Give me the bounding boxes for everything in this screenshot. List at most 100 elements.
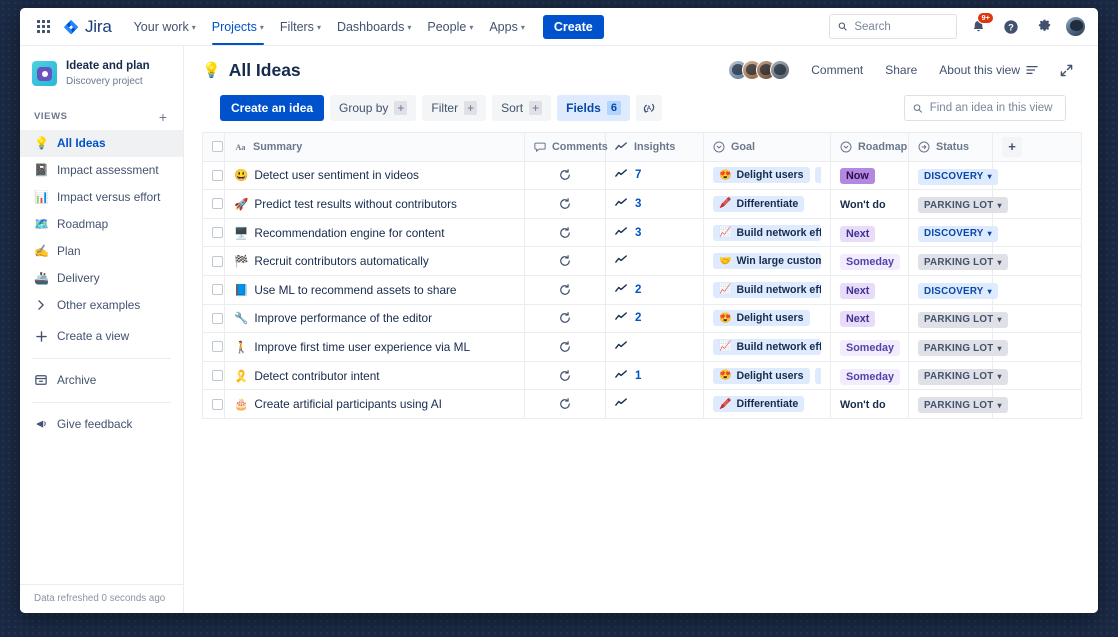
summary-cell[interactable]: 🔧 Improve performance of the editor bbox=[225, 304, 525, 333]
insights-cell[interactable]: 1 bbox=[606, 361, 704, 390]
table-row[interactable]: 🚶 Improve first time user experience via… bbox=[203, 333, 1082, 362]
table-row[interactable]: 🔧 Improve performance of the editor 2 😍 … bbox=[203, 304, 1082, 333]
status-cell[interactable]: PARKING LOT ▾ bbox=[909, 190, 993, 219]
goal-cell[interactable]: 😍 Delight users 🖍️ Diffe bbox=[704, 161, 831, 190]
roadmap-badge[interactable]: Someday bbox=[840, 254, 900, 270]
goal-tag[interactable]: 🖍️ Differentiate bbox=[713, 196, 804, 212]
summary-cell[interactable]: 😃 Detect user sentiment in videos bbox=[225, 161, 525, 190]
goal-tag[interactable]: 😍 Delight users bbox=[713, 368, 810, 384]
status-badge[interactable]: PARKING LOT ▾ bbox=[918, 369, 1008, 385]
table-row[interactable]: 🖥️ Recommendation engine for content 3 📈… bbox=[203, 218, 1082, 247]
column-header-comments[interactable]: Comments bbox=[525, 133, 606, 162]
status-badge[interactable]: PARKING LOT ▾ bbox=[918, 197, 1008, 213]
comments-cell[interactable] bbox=[525, 361, 606, 390]
roadmap-cell[interactable]: Someday bbox=[831, 333, 909, 362]
row-checkbox[interactable] bbox=[212, 284, 223, 295]
table-row[interactable]: 📘 Use ML to recommend assets to share 2 … bbox=[203, 275, 1082, 304]
sidebar-item-roadmap[interactable]: 🗺️ Roadmap bbox=[20, 211, 183, 238]
sidebar-item-delivery[interactable]: 🚢 Delivery bbox=[20, 265, 183, 292]
column-header-select-all[interactable] bbox=[203, 133, 225, 162]
roadmap-cell[interactable]: Now bbox=[831, 161, 909, 190]
goal-tag[interactable]: 😍 Delight users bbox=[713, 167, 810, 183]
table-row[interactable]: 🚀 Predict test results without contribut… bbox=[203, 190, 1082, 219]
status-badge[interactable]: PARKING LOT ▾ bbox=[918, 340, 1008, 356]
row-select-cell[interactable] bbox=[203, 390, 225, 419]
status-cell[interactable]: PARKING LOT ▾ bbox=[909, 247, 993, 276]
insights-cell[interactable] bbox=[606, 390, 704, 419]
row-select-cell[interactable] bbox=[203, 333, 225, 362]
roadmap-cell[interactable]: Won't do bbox=[831, 390, 909, 419]
table-row[interactable]: 🎗️ Detect contributor intent 1 😍 Delight… bbox=[203, 361, 1082, 390]
sort-button[interactable]: Sort + bbox=[492, 95, 551, 121]
row-checkbox[interactable] bbox=[212, 399, 223, 410]
status-badge[interactable]: PARKING LOT ▾ bbox=[918, 397, 1008, 413]
roadmap-cell[interactable]: Next bbox=[831, 275, 909, 304]
nav-filters[interactable]: Filters ▾ bbox=[272, 8, 329, 45]
row-select-cell[interactable] bbox=[203, 304, 225, 333]
summary-cell[interactable]: 🎂 Create artificial participants using A… bbox=[225, 390, 525, 419]
sort-alpha-refresh-button[interactable]: A bbox=[636, 95, 662, 121]
row-checkbox[interactable] bbox=[212, 170, 223, 181]
status-cell[interactable]: PARKING LOT ▾ bbox=[909, 390, 993, 419]
row-checkbox[interactable] bbox=[212, 227, 223, 238]
sidebar-item-impact-assessment[interactable]: 📓 Impact assessment bbox=[20, 157, 183, 184]
goal-cell[interactable]: 📈 Build network effects bbox=[704, 333, 831, 362]
row-select-cell[interactable] bbox=[203, 190, 225, 219]
goal-tag[interactable]: 📈 Build network effects bbox=[713, 339, 821, 355]
summary-cell[interactable]: 🎗️ Detect contributor intent bbox=[225, 361, 525, 390]
roadmap-badge[interactable]: Won't do bbox=[840, 197, 892, 213]
roadmap-badge[interactable]: Someday bbox=[840, 369, 900, 385]
summary-cell[interactable]: 🖥️ Recommendation engine for content bbox=[225, 218, 525, 247]
add-field-plus-icon[interactable]: + bbox=[1002, 137, 1022, 157]
nav-dashboards[interactable]: Dashboards ▾ bbox=[329, 8, 419, 45]
row-checkbox[interactable] bbox=[212, 313, 223, 324]
expand-view-button[interactable] bbox=[1051, 59, 1082, 82]
notifications-button[interactable]: 9+ bbox=[966, 15, 990, 39]
profile-avatar[interactable] bbox=[1065, 16, 1086, 37]
insights-cell[interactable]: 3 bbox=[606, 190, 704, 219]
row-select-cell[interactable] bbox=[203, 361, 225, 390]
column-header-add-field[interactable]: + bbox=[993, 133, 1082, 162]
fields-button[interactable]: Fields 6 bbox=[557, 95, 630, 121]
goal-cell[interactable]: 📈 Build network effects bbox=[704, 275, 831, 304]
roadmap-cell[interactable]: Someday bbox=[831, 361, 909, 390]
row-select-cell[interactable] bbox=[203, 275, 225, 304]
insights-cell[interactable]: 2 bbox=[606, 304, 704, 333]
column-header-insights[interactable]: Insights bbox=[606, 133, 704, 162]
row-select-cell[interactable] bbox=[203, 218, 225, 247]
nav-projects[interactable]: Projects ▾ bbox=[204, 8, 272, 45]
roadmap-badge[interactable]: Now bbox=[840, 168, 875, 184]
row-checkbox[interactable] bbox=[212, 256, 223, 267]
group-by-button[interactable]: Group by + bbox=[330, 95, 416, 121]
app-switcher-icon[interactable] bbox=[30, 14, 56, 40]
sidebar-item-all-ideas[interactable]: 💡 All Ideas bbox=[20, 130, 183, 157]
status-cell[interactable]: DISCOVERY ▾ bbox=[909, 161, 993, 190]
goal-cell[interactable]: 📈 Build network effects bbox=[704, 218, 831, 247]
sidebar-item-give-feedback[interactable]: Give feedback bbox=[20, 411, 183, 438]
create-button[interactable]: Create bbox=[543, 15, 604, 39]
create-an-idea-button[interactable]: Create an idea bbox=[220, 95, 324, 121]
add-view-plus-icon[interactable]: + bbox=[155, 108, 171, 126]
jira-logo-home-link[interactable]: Jira bbox=[62, 17, 112, 37]
help-button[interactable]: ? bbox=[999, 15, 1023, 39]
roadmap-cell[interactable]: Next bbox=[831, 304, 909, 333]
comments-cell[interactable] bbox=[525, 190, 606, 219]
goal-tag[interactable]: 🖍️ Differentiate bbox=[713, 396, 804, 412]
status-cell[interactable]: PARKING LOT ▾ bbox=[909, 361, 993, 390]
comments-cell[interactable] bbox=[525, 390, 606, 419]
nav-your-work[interactable]: Your work ▾ bbox=[126, 8, 204, 45]
goal-tag[interactable]: 🖍️ Diffe bbox=[815, 368, 821, 384]
insights-cell[interactable]: 7 bbox=[606, 161, 704, 190]
roadmap-cell[interactable]: Won't do bbox=[831, 190, 909, 219]
goal-cell[interactable]: 😍 Delight users 🖍️ Diffe bbox=[704, 361, 831, 390]
goal-tag[interactable]: 📈 Build network effects bbox=[713, 225, 821, 241]
insights-cell[interactable]: 3 bbox=[606, 218, 704, 247]
row-checkbox[interactable] bbox=[212, 341, 223, 352]
roadmap-cell[interactable]: Someday bbox=[831, 247, 909, 276]
table-row[interactable]: 😃 Detect user sentiment in videos 7 😍 De… bbox=[203, 161, 1082, 190]
comment-button[interactable]: Comment bbox=[802, 58, 872, 82]
insights-cell[interactable]: 2 bbox=[606, 275, 704, 304]
comments-cell[interactable] bbox=[525, 333, 606, 362]
row-select-cell[interactable] bbox=[203, 161, 225, 190]
global-search-input[interactable] bbox=[854, 21, 948, 33]
